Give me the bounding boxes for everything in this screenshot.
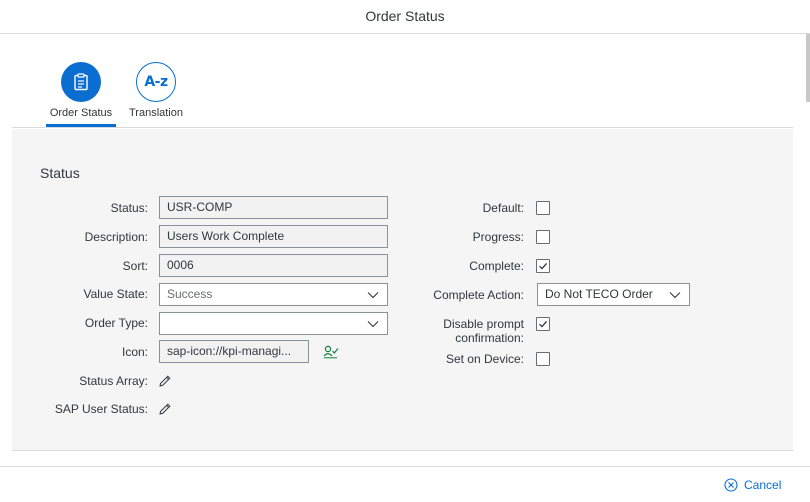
complete-label: Complete: <box>469 259 524 273</box>
edit-sap-user-status-icon[interactable] <box>158 402 172 416</box>
icon-label: Icon: <box>121 345 148 359</box>
status-form-panel: Status Status: Description: Sort: Value … <box>12 129 793 451</box>
set-on-device-checkbox[interactable] <box>536 352 550 366</box>
disable-prompt-label: Disable prompt confirmation: <box>374 317 524 345</box>
icon-field[interactable]: sap-icon://kpi-managi... <box>159 340 309 363</box>
default-checkbox[interactable] <box>536 201 550 215</box>
a-z-icon-glyph: A-z <box>144 74 168 90</box>
cancel-button[interactable]: Cancel <box>724 478 781 492</box>
disable-prompt-label-line2: confirmation: <box>455 331 524 345</box>
tab-order-status[interactable]: Order Status <box>46 60 116 127</box>
cancel-label: Cancel <box>744 478 782 492</box>
progress-checkbox[interactable] <box>536 230 550 244</box>
description-label: Description: <box>84 230 148 244</box>
footer-divider <box>0 466 810 467</box>
order-type-select[interactable] <box>159 312 388 335</box>
set-on-device-label: Set on Device: <box>445 352 524 366</box>
order-type-label: Order Type: <box>84 316 148 330</box>
close-circle-icon <box>724 478 738 492</box>
disable-prompt-label-line1: Disable prompt <box>443 317 524 331</box>
sort-field[interactable]: 0006 <box>159 254 388 277</box>
status-label: Status: <box>110 201 148 215</box>
status-array-label: Status Array: <box>79 374 148 388</box>
tab-translation-label: Translation <box>128 107 183 119</box>
description-field[interactable]: Users Work Complete <box>159 225 388 248</box>
edit-status-array-icon[interactable] <box>158 374 172 388</box>
complete-action-value: Do Not TECO Order <box>545 287 653 301</box>
complete-action-select[interactable]: Do Not TECO Order <box>537 283 690 306</box>
disable-prompt-checkbox[interactable] <box>536 317 550 331</box>
sap-user-status-label: SAP User Status: <box>54 402 148 416</box>
section-title: Status <box>40 165 80 181</box>
tab-selected-indicator <box>46 124 116 127</box>
a-z-icon: A-z <box>136 62 176 102</box>
value-state-label: Value State: <box>83 287 149 301</box>
dialog-title: Order Status <box>0 0 810 34</box>
complete-action-label: Complete Action: <box>433 288 524 302</box>
clipboard-icon <box>61 62 101 102</box>
tab-translation[interactable]: A-z Translation <box>126 60 186 119</box>
chevron-down-icon <box>669 292 681 299</box>
status-field[interactable]: USR-COMP <box>159 196 388 219</box>
tab-order-status-label: Order Status <box>49 107 113 119</box>
scrollbar[interactable] <box>806 34 810 102</box>
value-state-select[interactable]: Success <box>159 283 388 306</box>
value-state-value: Success <box>167 287 213 301</box>
progress-label: Progress: <box>472 230 524 244</box>
icon-tab-bar: Order Status A-z Translation <box>12 60 793 128</box>
checkmark-icon <box>539 262 548 270</box>
sort-label: Sort: <box>122 259 148 273</box>
checkmark-icon <box>539 320 548 328</box>
icon-picker-icon[interactable] <box>323 345 339 359</box>
default-label: Default: <box>482 201 524 215</box>
complete-checkbox[interactable] <box>536 259 550 273</box>
